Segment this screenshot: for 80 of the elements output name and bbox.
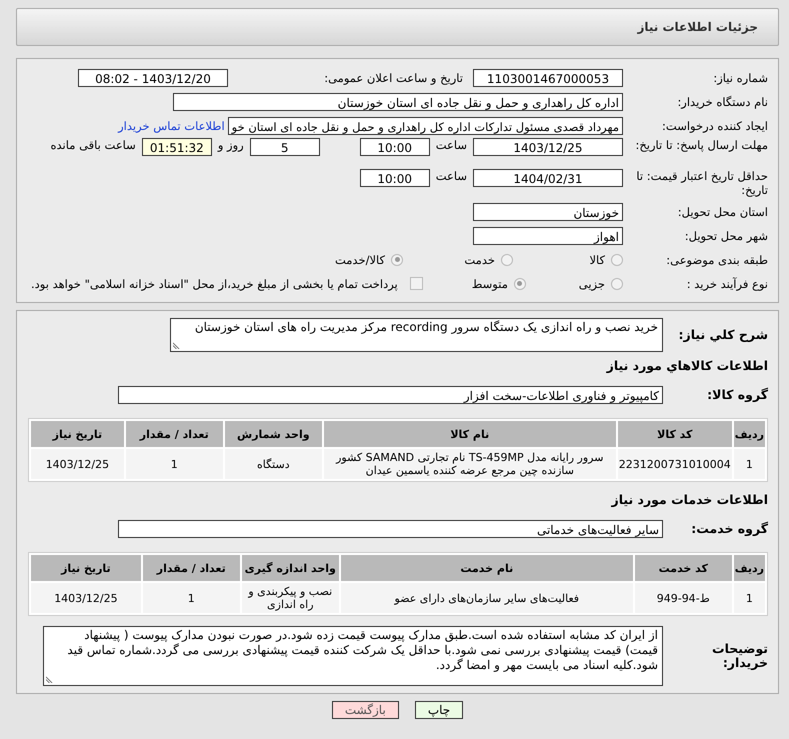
column-header: کد خدمت [634, 555, 732, 581]
description-text: خرید نصب و راه اندازی یک دستگاه سرور recording مرکز مدیریت راه های استان خوزستان [194, 320, 658, 334]
page-title: جزئیات اطلاعات نیاز [637, 20, 758, 34]
section-heading: اطلاعات کالاهاي مورد نياز [605, 358, 768, 373]
column-header: تعداد / مقدار [142, 555, 240, 581]
field-label: نام دستگاه خریدار: [676, 94, 768, 108]
text-field[interactable]: 10:00 [360, 169, 430, 187]
section-heading: اطلاعات خدمات مورد نیاز [610, 492, 768, 507]
table-cell: 1403/12/25 [31, 583, 141, 613]
column-header: تعداد / مقدار [126, 421, 223, 447]
back-button[interactable]: بازگشت [332, 701, 399, 719]
column-header: واحد شمارش [224, 421, 322, 447]
table-cell: فعالیت‌های سایر سازمان‌های دارای عضو [340, 583, 633, 613]
radio-label: جزیی [578, 276, 606, 290]
table-cell: 1403/12/25 [31, 449, 124, 479]
text-field[interactable]: مهرداد قصدی مسئول تدارکات اداره کل راهداری و حمل و نقل جاده ای استان خو [228, 116, 623, 134]
text-field[interactable]: 10:00 [360, 138, 430, 156]
text-field[interactable]: 1403/12/25 [473, 138, 623, 156]
field-label: طبقه بندی موضوعی: [665, 252, 768, 266]
field-label: شهر محل تحویل: [684, 228, 768, 242]
text-field[interactable]: 1103001467000053 [473, 68, 623, 86]
column-header: کد کالا [618, 421, 732, 447]
table-cell: 1 [734, 449, 765, 479]
field-label: تاریخ و ساعت اعلان عمومی: [323, 70, 464, 84]
column-header: تاریخ نیاز [31, 421, 124, 447]
checkbox-label: پرداخت تمام یا بخشی از مبلغ خرید،از محل "اسناد خزانه اسلامی" خواهد بود. [30, 276, 399, 290]
field-label: حداقل تاریخ اعتبار قیمت: تا تاریخ: [635, 169, 768, 197]
notes-text: از ایران کد مشابه استفاده شده است.طبق مدارک پیوست قیمت زده شود.در صورت نبودن مدارک پیوست ( پیشنهاد قیمت) قیمت پیشنهادی بررسی نمی شود.با حداقل یک شرکت کننده قیمت پیشنهادی بررسی می گردد.شماره تماس قید شود.کلیه اسناد می بایست مهر و امضا گردد. [67, 628, 658, 672]
table-cell: 1 [126, 449, 223, 479]
text-field[interactable]: 5 [250, 138, 320, 156]
table-cell: 2231200731010004 [618, 449, 732, 479]
radio-button[interactable] [611, 254, 623, 266]
radio-button[interactable] [514, 278, 526, 290]
contact-link[interactable]: اطلاعات تماس خریدار [118, 118, 228, 132]
field-label: ساعت [434, 169, 468, 183]
notes-box[interactable] [43, 626, 663, 686]
table-cell: 1 [734, 583, 765, 613]
field-label: شماره نیاز: [712, 70, 768, 84]
column-header: ردیف [734, 555, 765, 581]
text-field[interactable]: خوزستان [473, 202, 623, 220]
print-button[interactable]: چاپ [414, 701, 464, 719]
table-cell: دستگاه [224, 449, 322, 479]
radio-label: کالا/خدمت [334, 252, 386, 266]
resize-grip-icon[interactable] [173, 342, 180, 349]
radio-button[interactable] [611, 278, 623, 290]
field-label: توضیحات خریدار: [711, 642, 768, 670]
table-cell: نصب و پیکربندی و راه اندازی [242, 583, 339, 613]
table-cell: 1 [142, 583, 240, 613]
field-label: ایجاد کننده درخواست: [661, 118, 768, 132]
field-label: استان محل تحویل: [676, 204, 768, 218]
field-label: گروه کالا: [706, 388, 768, 402]
column-header: واحد اندازه گیری [242, 555, 339, 581]
radio-button[interactable] [391, 254, 403, 266]
field-label: مهلت ارسال پاسخ: تا تاریخ: [634, 138, 768, 152]
field-label: گروه خدمت: [690, 522, 768, 536]
field-label: نوع فرآیند خرید : [686, 276, 768, 290]
text-field[interactable]: 1404/02/31 [473, 169, 623, 187]
text-field[interactable]: اهواز [473, 226, 623, 244]
table-cell: ط-94-949 [634, 583, 732, 613]
resize-grip-icon[interactable] [46, 676, 53, 683]
description-box[interactable]: خرید نصب و راه اندازی یک دستگاه سرور recording مرکز مدیریت راه های استان خوزستان [170, 318, 663, 352]
field-label: ساعت باقی مانده [50, 138, 137, 152]
column-header: نام کالا [324, 421, 616, 447]
column-header: تاریخ نیاز [31, 555, 141, 581]
field-label: ساعت [434, 138, 468, 152]
text-field[interactable]: کامپیوتر و فناوری اطلاعات-سخت افزار [118, 386, 663, 404]
text-field[interactable]: 1403/12/20 - 08:02 [78, 68, 228, 86]
radio-label: متوسط [470, 276, 509, 290]
radio-label: کالا [588, 252, 606, 266]
column-header: نام خدمت [340, 555, 633, 581]
field-label: روز و [216, 138, 245, 152]
countdown-field[interactable]: 01:51:32 [142, 138, 212, 156]
table-cell: سرور رایانه مدل TS-459MP نام تجارتی SAMAND کشور سازنده چین مرجع عرضه کننده یاسمین عیدان [324, 449, 616, 479]
column-header: ردیف [734, 421, 765, 447]
field-label: شرح کلي نياز: [678, 328, 768, 342]
text-field[interactable]: سایر فعالیت‌های خدماتی [118, 520, 663, 538]
radio-label: خدمت [463, 252, 496, 266]
radio-button[interactable] [501, 254, 513, 266]
checkbox[interactable] [410, 277, 423, 290]
text-field[interactable]: اداره کل راهداری و حمل و نقل جاده ای استان خوزستان [173, 92, 623, 110]
